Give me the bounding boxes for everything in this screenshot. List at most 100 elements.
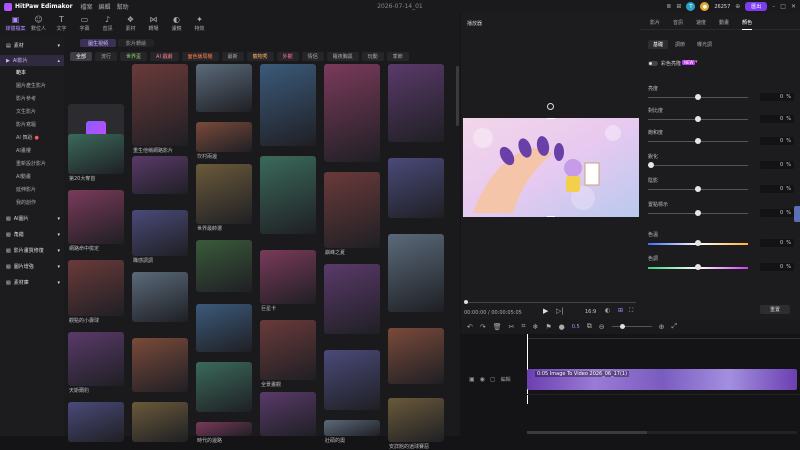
link-icon[interactable]: ⧉: [587, 322, 592, 331]
filter-chip[interactable]: 季節: [386, 52, 409, 61]
scroll-thumb[interactable]: [456, 66, 459, 126]
scrubber-knob[interactable]: [464, 300, 468, 304]
tool-transition[interactable]: ⋈ 轉場: [142, 13, 165, 35]
tab-audio[interactable]: 音訊: [673, 16, 683, 30]
filter-chip[interactable]: 面色飯局機: [181, 52, 219, 61]
maximize-icon[interactable]: □: [780, 3, 786, 10]
filter-chip[interactable]: 寵物秀: [246, 52, 274, 61]
slider-knob[interactable]: [695, 186, 701, 192]
param-value-input[interactable]: 0%: [760, 263, 794, 271]
crop-icon[interactable]: ⌗: [522, 322, 526, 331]
zoom-slider[interactable]: [611, 324, 652, 329]
slider-knob[interactable]: [648, 162, 654, 168]
slider-knob[interactable]: [695, 210, 701, 216]
sidebar-section-library[interactable]: ▧ 素材庫 ▾: [0, 277, 64, 288]
template-card[interactable]: [132, 210, 188, 256]
slider-knob[interactable]: [695, 138, 701, 144]
param-value-input[interactable]: 0%: [760, 185, 794, 193]
sidebar-item-video-drive[interactable]: 影片寫驅: [0, 118, 64, 131]
aspect-ratio[interactable]: 16:9: [585, 309, 596, 315]
filter-chip[interactable]: 最新: [221, 52, 244, 61]
template-card[interactable]: [132, 156, 188, 194]
param-value-input[interactable]: 0%: [760, 209, 794, 217]
param-slider[interactable]: 0%: [648, 209, 794, 219]
template-card[interactable]: [68, 190, 124, 244]
sidebar-item-ai-paint[interactable]: AI畫樓: [0, 144, 64, 157]
sidebar-item-ai-dance[interactable]: AI 舞蹈 ●: [0, 131, 64, 144]
sidebar-section-image-enhance[interactable]: ▧ 圖片增強 ▾: [0, 261, 64, 272]
sidebar-item-templates[interactable]: 範本: [0, 66, 64, 79]
tool-media[interactable]: ▣ 媒體檔案: [4, 13, 27, 35]
zoom-knob[interactable]: [619, 324, 625, 329]
filter-chip[interactable]: 世界盃: [120, 52, 148, 61]
sidebar-item-image-to-video[interactable]: 圖片產生影片: [0, 79, 64, 92]
frame-handle-bottom[interactable]: [547, 216, 555, 217]
sidebar-item-video-reference[interactable]: 影片參考: [0, 92, 64, 105]
template-card[interactable]: [132, 272, 188, 322]
param-slider[interactable]: 0%: [648, 115, 794, 125]
template-card[interactable]: [260, 320, 316, 380]
frame-handle-top[interactable]: [547, 118, 555, 119]
undo-icon[interactable]: ↶: [467, 323, 473, 331]
filter-chip[interactable]: 情侶: [301, 52, 324, 61]
tab-animation[interactable]: 動畫: [719, 16, 729, 30]
grid-icon[interactable]: ⊞: [676, 3, 681, 10]
tab-image-to-video[interactable]: 圖生視頻: [80, 39, 117, 47]
param-slider[interactable]: 0%: [648, 239, 794, 249]
tool-subtitle[interactable]: ▭ 字幕: [73, 13, 96, 35]
split-icon[interactable]: ✂: [509, 323, 515, 331]
template-card[interactable]: [68, 260, 124, 316]
template-card[interactable]: [388, 234, 444, 312]
template-card[interactable]: [196, 64, 252, 112]
template-card[interactable]: [68, 134, 124, 174]
sidebar-section-assets[interactable]: ▤ 素材 ▾: [0, 40, 64, 51]
filter-chip[interactable]: 流行: [95, 52, 118, 61]
template-card[interactable]: [388, 158, 444, 218]
tool-text[interactable]: T 文字: [50, 13, 73, 35]
template-card[interactable]: [132, 64, 188, 146]
menu-help[interactable]: 幫助: [117, 2, 129, 11]
ratio-badge[interactable]: 0.5: [572, 324, 580, 330]
eye-icon[interactable]: ◉: [480, 376, 485, 383]
slider-knob[interactable]: [695, 116, 701, 122]
subtab-basic[interactable]: 基礎: [648, 40, 669, 49]
template-card[interactable]: [388, 398, 444, 442]
record-icon[interactable]: ●: [559, 323, 565, 331]
tab-color[interactable]: 顏色: [742, 16, 753, 30]
subtab-exposure[interactable]: 曝光調: [692, 40, 717, 49]
player-scrubber[interactable]: [464, 302, 636, 303]
timeline-scrollbar[interactable]: [527, 431, 797, 434]
sidebar-section-video-repair[interactable]: ▧ 影片畫質修復 ▾: [0, 245, 64, 256]
param-value-input[interactable]: 0%: [760, 115, 794, 123]
list-icon[interactable]: ≣: [666, 3, 671, 10]
video-clip[interactable]: 0:05 Image To Video 2026_06_17(1): [527, 369, 797, 390]
lock-icon[interactable]: ▢: [490, 376, 496, 383]
filter-chip[interactable]: 玩動: [361, 52, 384, 61]
reset-button[interactable]: 重置: [760, 305, 790, 314]
filter-chip[interactable]: 全部: [70, 52, 93, 61]
slider-knob[interactable]: [695, 240, 701, 246]
template-card[interactable]: [196, 122, 252, 152]
export-button[interactable]: 匯出: [745, 2, 768, 11]
param-value-input[interactable]: 0%: [760, 137, 794, 145]
template-card[interactable]: [324, 172, 380, 248]
freeze-icon[interactable]: ❄: [532, 323, 538, 331]
marker-icon[interactable]: ⚑: [545, 323, 551, 331]
timeline-scroll-thumb[interactable]: [527, 431, 647, 434]
template-card[interactable]: [196, 304, 252, 352]
tool-filter[interactable]: ◐ 濾鏡: [165, 13, 188, 35]
tab-video-redraw[interactable]: 影片轉繪: [118, 39, 155, 47]
template-card[interactable]: [132, 338, 188, 392]
sidebar-item-text-to-video[interactable]: 文生影片: [0, 105, 64, 118]
play-icon[interactable]: ▶: [543, 307, 548, 315]
template-card[interactable]: [196, 422, 252, 436]
sidebar-section-characters[interactable]: ▧ 角錯 ▾: [0, 229, 64, 240]
filter-chip[interactable]: AI 戲劇: [150, 52, 179, 61]
slider-knob[interactable]: [695, 264, 701, 270]
template-card[interactable]: [324, 420, 380, 436]
template-card[interactable]: [324, 264, 380, 334]
volume-icon[interactable]: ◐: [605, 307, 610, 314]
template-card[interactable]: [260, 64, 316, 146]
tool-effects[interactable]: ✦ 特效: [188, 13, 211, 35]
param-slider[interactable]: 0%: [648, 93, 794, 103]
